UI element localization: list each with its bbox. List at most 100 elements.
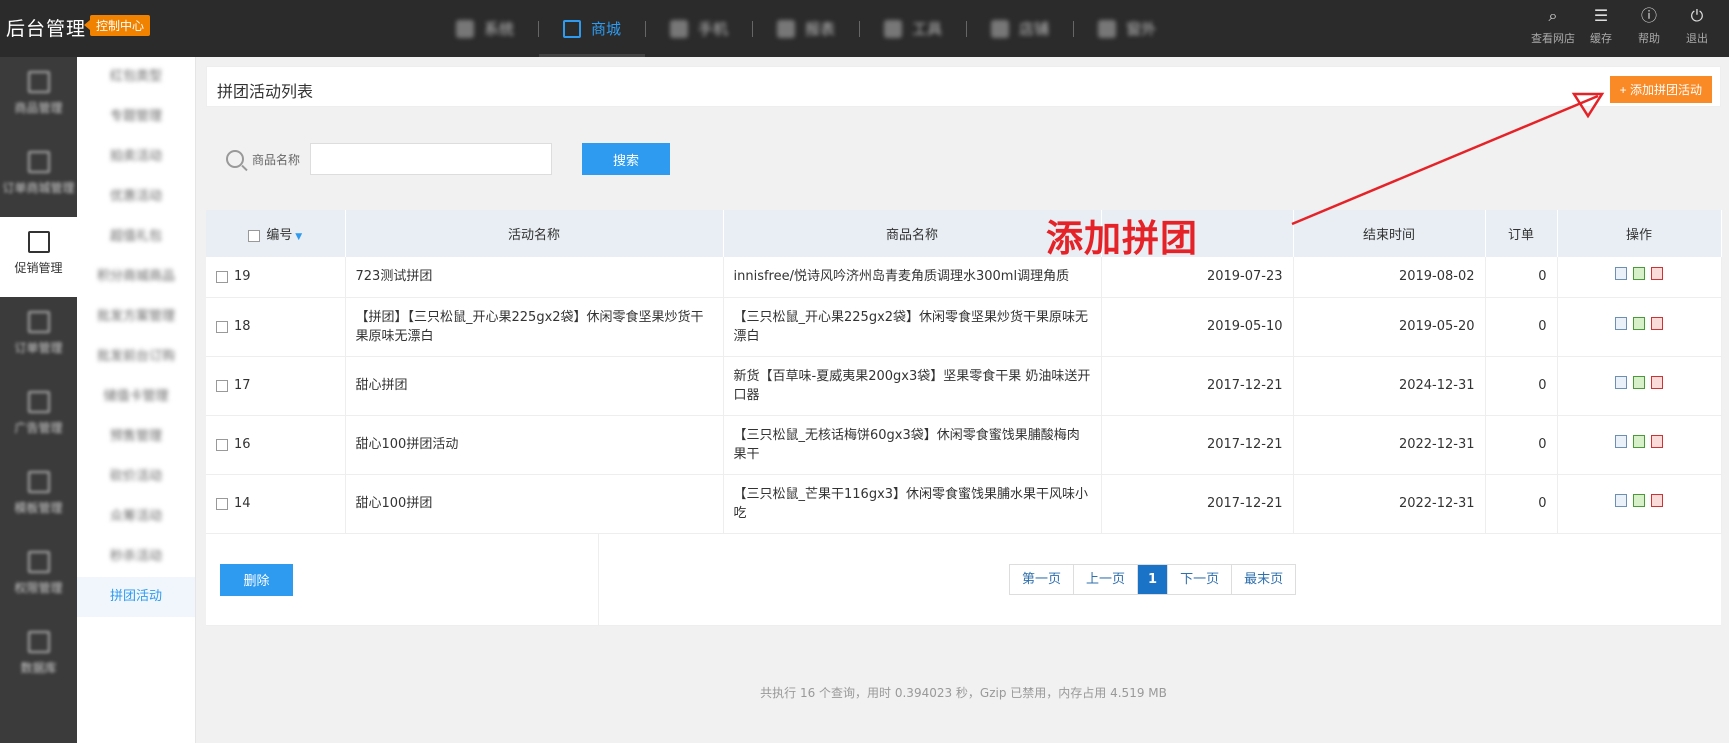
subnav-item[interactable]: 众筹活动 [77,497,195,537]
brand-badge[interactable]: 控制中心 [83,15,151,36]
doc-icon [27,391,50,413]
add-group-buy-button[interactable]: + 添加拼团活动 [1609,76,1712,103]
divider [598,533,599,626]
cell-orders: 0 [1485,257,1558,298]
sidebar-item-database[interactable]: 数据库 [0,617,77,697]
topnav-shop[interactable]: 店铺 [967,0,1073,57]
column-header-goods: 商品名称 [723,210,1102,257]
cell-end: 2022-12-31 [1293,474,1486,534]
subnav-item[interactable]: 拍卖活动 [77,137,195,177]
cell-ops [1557,415,1722,475]
subnav-item[interactable]: 超值礼包 [77,217,195,257]
subnav-item[interactable]: 批发方案管理 [77,297,195,337]
prev-page-link[interactable]: 上一页 [1074,564,1139,594]
table-row: 19 723测试拼团 innisfree/悦诗风吟济州岛青麦角质调理水300ml… [206,257,1722,298]
topnav-window[interactable]: 窗外 [1074,0,1180,57]
view-icon[interactable] [1615,494,1627,507]
delete-icon[interactable] [1651,435,1663,448]
view-icon[interactable] [1615,317,1627,330]
edit-icon[interactable] [1633,494,1645,507]
delete-icon[interactable] [1651,317,1663,330]
last-page-link[interactable]: 最末页 [1232,564,1296,594]
cell-id: 18 [206,297,346,357]
cell-name: 甜心100拼团 [345,474,724,534]
topnav-report[interactable]: 报表 [753,0,859,57]
cache-button[interactable]: ☰ 缓存 [1577,0,1625,57]
topnav-system[interactable]: 系统 [432,0,538,57]
sidebar-item-promotion[interactable]: 促销管理 [0,217,77,297]
row-checkbox[interactable] [216,320,228,333]
sidebar-item-permissions[interactable]: 权限管理 [0,537,77,617]
column-header-name: 活动名称 [345,210,724,257]
cell-end: 2019-08-02 [1293,257,1486,298]
cell-end: 2024-12-31 [1293,356,1486,416]
sidebar-item-ads[interactable]: 广告管理 [0,377,77,457]
subnav-item[interactable]: 储值卡管理 [77,377,195,417]
next-page-link[interactable]: 下一页 [1168,564,1233,594]
delete-icon[interactable] [1651,376,1663,389]
subnav-item[interactable]: 红包类型 [77,57,195,97]
delete-button[interactable]: 删除 [220,563,293,596]
subnav-item[interactable]: 批发前台订购 [77,337,195,377]
cell-start: 2017-12-21 [1101,474,1294,534]
edit-icon[interactable] [1633,376,1645,389]
topnav-mobile[interactable]: 手机 [646,0,752,57]
edit-icon[interactable] [1633,267,1645,281]
search-input[interactable] [310,143,553,175]
doc-icon [27,311,50,333]
logout-button[interactable]: ⏻ 退出 [1673,0,1721,57]
cell-name: 【拼团】【三只松鼠_开心果225gx2袋】休闲零食坚果炒货干果原味无漂白 [345,297,724,357]
cell-id: 14 [206,474,346,534]
topnav-mall[interactable]: 商城 [539,0,646,57]
top-nav: 系统 商城 手机 报表 工具 店铺 窗外 [432,0,1180,57]
sidebar-item-templates[interactable]: 模板管理 [0,457,77,537]
search-label: 商品名称 [252,152,301,167]
cell-ops [1557,356,1722,416]
cell-end: 2022-12-31 [1293,415,1486,475]
edit-icon[interactable] [1633,317,1645,330]
cell-ops [1557,474,1722,534]
power-icon: ⏻ [1690,6,1704,25]
subnav-item[interactable]: 优惠活动 [77,177,195,217]
row-checkbox[interactable] [216,438,228,451]
cell-orders: 0 [1485,415,1558,475]
view-store-button[interactable]: ⌕ 查看网店 [1529,0,1577,57]
search-button[interactable]: 搜索 [582,143,671,175]
table-row: 14 甜心100拼团 【三只松鼠_芒果干116gx3】休闲零食蜜饯果脯水果干风味… [206,474,1722,534]
subnav-item[interactable]: 专题管理 [77,97,195,137]
subnav-item-group-buy[interactable]: 拼团活动 [77,577,195,617]
subnav-item[interactable]: 砍价活动 [77,457,195,497]
edit-icon[interactable] [1633,435,1645,448]
row-checkbox[interactable] [216,379,228,392]
current-page[interactable]: 1 [1138,564,1169,594]
select-all-checkbox[interactable] [248,229,261,242]
cell-start: 2019-07-23 [1101,257,1294,298]
annotation-label: 添加拼团 [1046,217,1198,260]
column-header-end: 结束时间 [1293,210,1486,257]
cell-name: 甜心100拼团活动 [345,415,724,475]
activity-table: 编号 ▼ 活动名称 商品名称 结束时间 订单 操作 19 723测试拼团 inn… [206,210,1722,626]
subnav-item[interactable]: 秒杀活动 [77,537,195,577]
delete-icon[interactable] [1651,267,1663,281]
column-header-ops: 操作 [1557,210,1722,257]
cell-goods: innisfree/悦诗风吟济州岛青麦角质调理水300ml调理角质 [723,257,1102,298]
help-button[interactable]: ⓘ 帮助 [1625,0,1673,57]
view-icon[interactable] [1615,267,1627,281]
sidebar-item-orders[interactable]: 订单管理 [0,297,77,377]
view-icon[interactable] [1615,435,1627,448]
sidebar-item-goods[interactable]: 商品管理 [0,57,77,137]
delete-icon[interactable] [1651,494,1663,507]
first-page-link[interactable]: 第一页 [1010,564,1075,594]
cell-goods: 【三只松鼠_开心果225gx2袋】休闲零食坚果炒货干果原味无漂白 [723,297,1102,357]
column-header-id[interactable]: 编号 ▼ [206,210,346,257]
topnav-tools[interactable]: 工具 [860,0,966,57]
search-bar: 商品名称 搜索 [226,139,671,179]
row-checkbox[interactable] [216,497,228,510]
subnav-item[interactable]: 积分商城商品 [77,257,195,297]
row-checkbox[interactable] [216,270,228,283]
mobile-icon [670,19,689,38]
subnav-item[interactable]: 预售管理 [77,417,195,457]
view-icon[interactable] [1615,376,1627,389]
sidebar-item-mall-orders[interactable]: 订单商城管理 [0,137,77,217]
cell-ops [1557,297,1722,357]
